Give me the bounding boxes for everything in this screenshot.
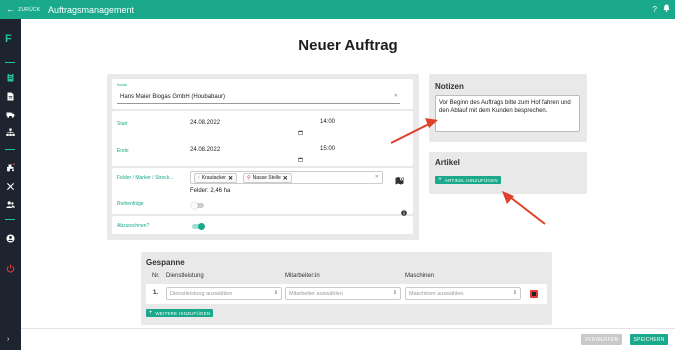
kunde-select[interactable]: Hans Maier Biogas GmbH (Houbabaur) ✕	[117, 90, 400, 104]
field-icon: ▫	[198, 175, 200, 181]
clear-icon[interactable]: ✕	[394, 93, 398, 99]
page-title: Neuer Auftrag	[298, 37, 398, 54]
time-card	[112, 111, 413, 166]
tag-krautacker: ▫ Krautacker ✕	[194, 173, 237, 183]
top-bar: ← ZURÜCK Auftragsmanagement ?	[0, 0, 675, 19]
save-button[interactable]: SPEICHERN	[630, 334, 668, 345]
start-date[interactable]: 24.08.2022	[190, 120, 220, 126]
maschinen-select[interactable]: Maschinen auswählen ⇕	[405, 287, 521, 300]
updown-icon: ⇕	[512, 290, 517, 296]
notizen-title: Notizen	[435, 82, 464, 91]
footer-bar	[21, 328, 675, 350]
reihenfolge-label: Reihenfolge	[117, 201, 144, 207]
sidebar: F ›	[0, 19, 21, 350]
gespanne-title: Gespanne	[146, 258, 185, 267]
plus-icon: +	[148, 310, 153, 316]
felder-select[interactable]: ▫ Krautacker ✕ ⚲ Nasse Stelle ✕ ✕	[190, 171, 383, 184]
sidebar-divider	[5, 149, 15, 150]
row-nr: 1.	[153, 290, 159, 296]
end-time[interactable]: 15:00	[320, 146, 335, 152]
document-icon[interactable]	[6, 92, 15, 101]
maschinen-placeholder: Maschinen auswählen	[409, 291, 464, 297]
reihenfolge-toggle[interactable]	[191, 202, 204, 209]
tag-nasse-stelle: ⚲ Nasse Stelle ✕	[243, 173, 292, 183]
start-label: Start	[117, 121, 128, 127]
col-nr: Nr.	[152, 273, 160, 279]
add-artikel-button[interactable]: + ARTIKEL HINZUFÜGEN	[435, 176, 501, 184]
help-icon[interactable]: ?	[653, 5, 657, 14]
remove-tag-icon[interactable]: ✕	[228, 175, 233, 182]
ende-label: Ende	[117, 148, 129, 154]
col-dienstleistung: Dienstleistung	[166, 273, 204, 279]
bell-icon[interactable]	[663, 4, 670, 14]
app-logo: F	[5, 33, 12, 45]
sidebar-divider	[5, 62, 15, 63]
updown-icon: ⇕	[273, 290, 278, 296]
back-button[interactable]: ← ZURÜCK	[0, 5, 46, 14]
calendar-icon[interactable]	[298, 122, 303, 135]
delete-row-button[interactable]	[530, 290, 538, 298]
app-title: Auftragsmanagement	[48, 4, 135, 15]
kunde-value: Hans Maier Biogas GmbH (Houbabaur)	[120, 94, 226, 100]
power-icon[interactable]	[6, 264, 15, 273]
dienstleistung-placeholder: Dienstleistung auswählen	[170, 291, 233, 297]
cancel-button[interactable]: VERWERFEN	[581, 334, 622, 345]
col-mitarbeiter: Mitarbeiter:in	[285, 273, 320, 279]
toggle-knob	[191, 202, 198, 209]
sidebar-expand-icon[interactable]: ›	[7, 336, 9, 343]
remove-tag-icon[interactable]: ✕	[283, 175, 288, 182]
map-icon[interactable]	[395, 172, 404, 190]
tag-label: Nasse Stelle	[252, 175, 281, 181]
mitarbeiter-select[interactable]: Mitarbeiter auswählen ⇕	[285, 287, 401, 300]
end-date[interactable]: 24.08.2022	[190, 147, 220, 153]
toggle-knob	[198, 223, 205, 230]
calendar-icon[interactable]	[298, 149, 303, 162]
users-icon[interactable]	[6, 200, 15, 209]
kunde-label: Kunde	[117, 83, 128, 87]
add-gespann-button[interactable]: + WEITERE HINZUFÜGEN	[146, 309, 213, 317]
back-label: ZURÜCK	[18, 6, 41, 13]
tools-icon[interactable]	[6, 182, 15, 191]
hierarchy-icon[interactable]	[6, 128, 15, 137]
plus-icon: +	[438, 177, 442, 183]
abzurechnen-label: Abzurechnen?	[117, 223, 150, 229]
updown-icon: ⇕	[392, 290, 397, 296]
add-gespann-label: WEITERE HINZUFÜGEN	[155, 310, 211, 316]
truck-icon[interactable]	[6, 110, 15, 119]
map-pin-icon: ⚲	[247, 175, 251, 181]
arrow-left-icon: ←	[6, 4, 16, 14]
dienstleistung-select[interactable]: Dienstleistung auswählen ⇕	[166, 287, 282, 300]
col-maschinen: Maschinen	[405, 273, 435, 279]
add-artikel-label: ARTIKEL HINZUFÜGEN	[444, 177, 498, 183]
abzurechnen-toggle[interactable]	[192, 223, 205, 230]
felder-label: Felder / Marker / Streck...	[117, 175, 174, 181]
start-time[interactable]: 14:00	[320, 119, 335, 125]
notizen-textarea[interactable]: Vor Beginn des Auftrags bitte zum Hof fa…	[435, 95, 580, 132]
clear-icon[interactable]: ✕	[375, 174, 379, 180]
tag-label: Krautacker	[201, 175, 226, 181]
clipboard-icon[interactable]	[6, 73, 15, 82]
artikel-title: Artikel	[435, 158, 460, 167]
sidebar-divider	[5, 219, 15, 220]
mitarbeiter-placeholder: Mitarbeiter auswählen	[289, 291, 343, 297]
tractor-icon[interactable]	[6, 163, 15, 172]
felder-summary: Felder: 2,46 ha	[190, 188, 231, 194]
account-icon[interactable]	[6, 234, 15, 243]
billing-card	[112, 216, 413, 234]
